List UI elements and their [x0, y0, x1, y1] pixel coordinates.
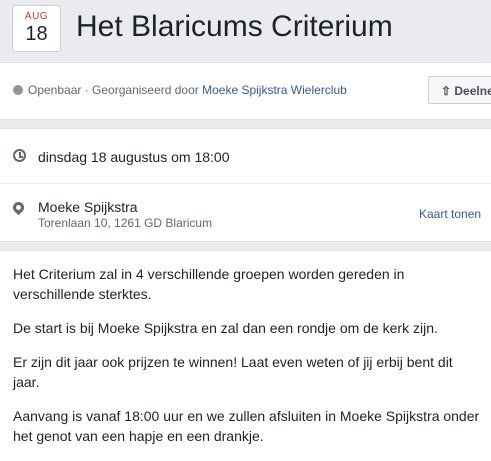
share-button[interactable]: ⇧ Deelnen	[428, 76, 491, 104]
clock-icon	[13, 149, 26, 162]
share-icon: ⇧	[441, 84, 455, 98]
globe-icon	[13, 85, 23, 95]
event-meta-row: Openbaar · Georganiseerd door Moeke Spij…	[13, 83, 347, 97]
time-row: dinsdag 18 augustus om 18:00	[0, 129, 491, 184]
organizer-link[interactable]: Moeke Spijkstra Wielerclub	[202, 83, 347, 97]
description-paragraph: De start is bij Moeke Spijkstra en zal d…	[13, 320, 438, 336]
show-map-link[interactable]: Kaart tonen	[419, 207, 481, 221]
date-month: AUG	[24, 11, 49, 22]
description-paragraph: Er zijn dit jaar ook prijzen te winnen! …	[13, 354, 453, 390]
event-header: AUG 18 Het Blaricums Criterium	[0, 0, 491, 62]
share-label: Deelnen	[454, 84, 491, 98]
location-row: Moeke Spijkstra Torenlaan 10, 1261 GD Bl…	[0, 184, 491, 241]
event-title: Het Blaricums Criterium	[76, 10, 393, 43]
map-pin-icon	[10, 199, 27, 216]
description-paragraph: Aanvang is vanaf 18:00 uur en we zullen …	[13, 408, 480, 444]
date-badge: AUG 18	[12, 5, 61, 52]
description-paragraph: Het Criterium zal in 4 verschillende gro…	[13, 266, 405, 302]
date-day: 18	[25, 23, 48, 45]
venue-address: Torenlaan 10, 1261 GD Blaricum	[38, 216, 213, 230]
event-details-card: dinsdag 18 augustus om 18:00 Moeke Spijk…	[0, 128, 491, 242]
event-datetime: dinsdag 18 augustus om 18:00	[38, 149, 230, 165]
venue-name[interactable]: Moeke Spijkstra	[38, 199, 138, 215]
visibility-text: Openbaar · Georganiseerd door	[28, 83, 203, 97]
event-meta-card: Openbaar · Georganiseerd door Moeke Spij…	[0, 62, 491, 120]
event-description: Het Criterium zal in 4 verschillende gro…	[13, 264, 483, 460]
event-description-card: Het Criterium zal in 4 verschillende gro…	[0, 250, 491, 461]
